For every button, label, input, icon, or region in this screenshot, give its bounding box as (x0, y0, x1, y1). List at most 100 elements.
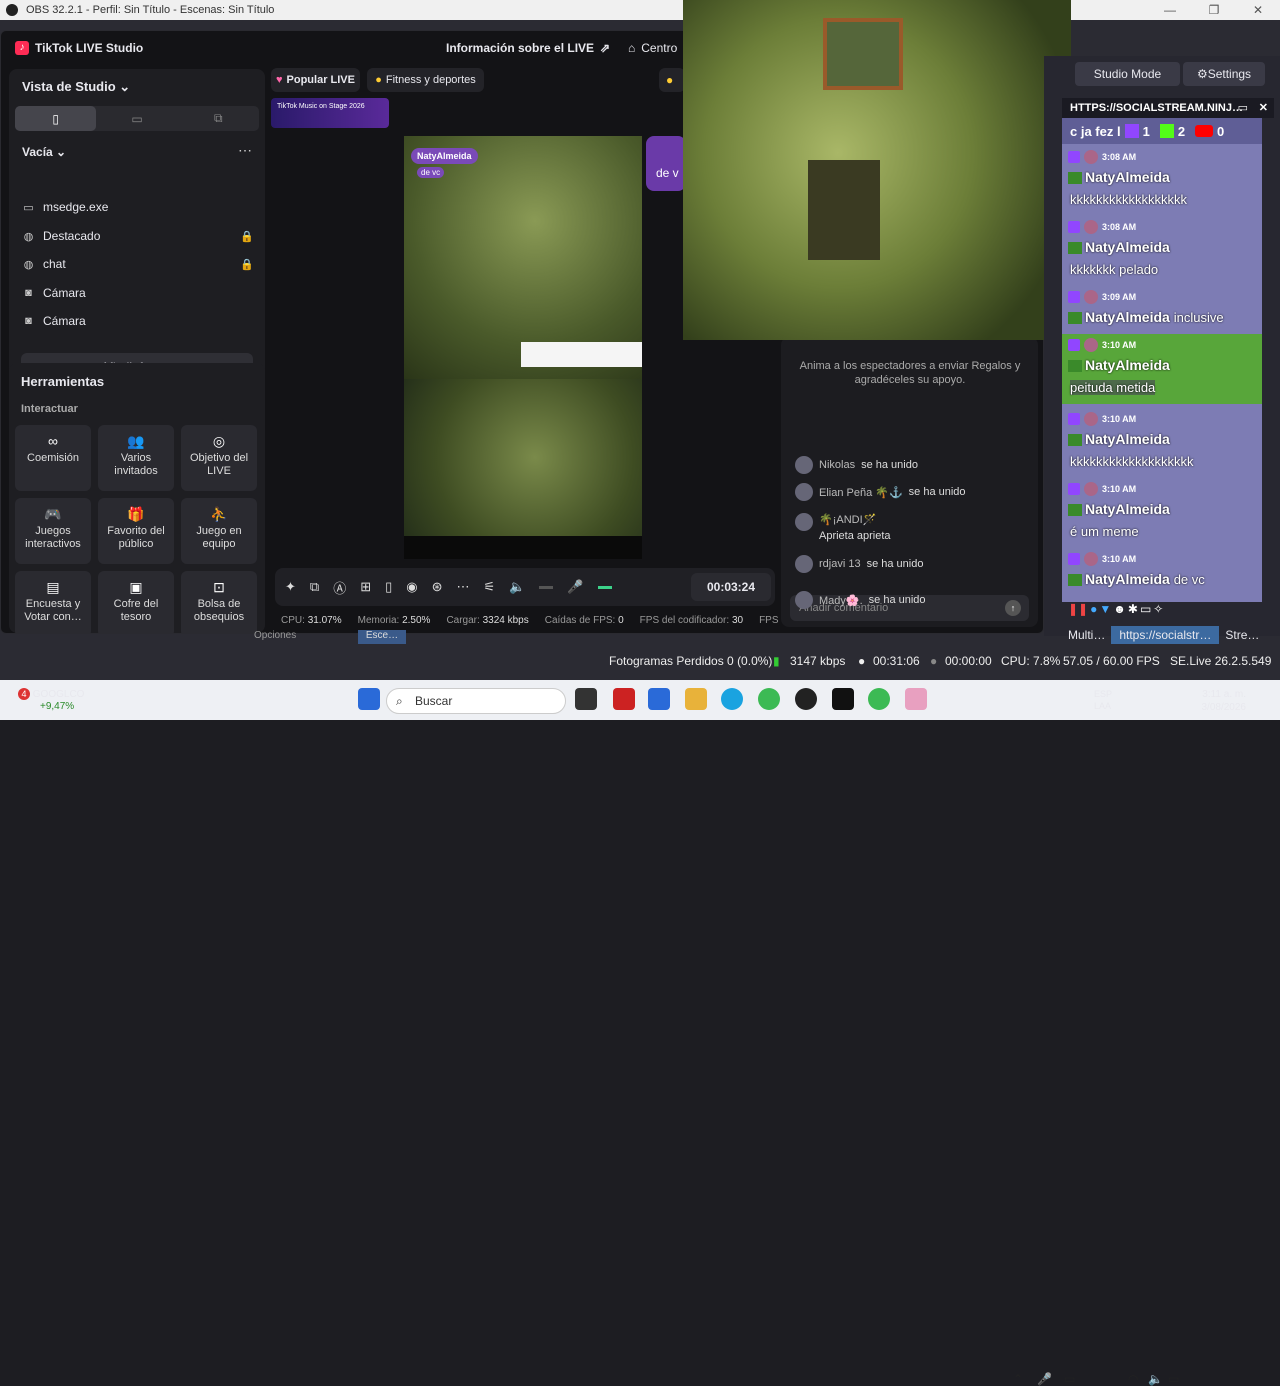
tool-objetivo[interactable]: ◎ Objetivo del LIVE (181, 425, 257, 491)
socialstream-dock-titlebar: HTTPS://SOCIALSTREAM.NINJ… ▭ ✕ (1062, 98, 1274, 118)
tool-juego-equipo[interactable]: ⛹ Juego en equipo (181, 498, 257, 564)
centro-link[interactable]: ⌂ Centro (628, 41, 677, 55)
speaker-icon[interactable]: 🔈 (509, 579, 525, 595)
stock-change: +9,47% (40, 701, 75, 712)
landscape-mode-button[interactable]: ▭ (96, 106, 177, 131)
scene-selector[interactable]: Vacía ⌄ (22, 145, 66, 159)
live-info-link[interactable]: Información sobre el LIVE ⇗ (446, 41, 610, 55)
avatar (795, 483, 813, 501)
phone-icon[interactable]: ▯ (385, 579, 392, 595)
obs-scene-strip: Opciones Esce… (200, 630, 1080, 644)
tiktok-icon[interactable] (832, 688, 854, 710)
mic-level-meter (597, 585, 612, 589)
auto-icon[interactable]: ▭ (1140, 602, 1151, 622)
dock-tab-stream[interactable]: Stre… (1219, 628, 1265, 642)
chat-row: Mady🌸. se ha unido (795, 591, 926, 609)
maximize-icon[interactable]: ❐ (1192, 3, 1236, 17)
microphone-icon[interactable]: 🎤 (1037, 1372, 1052, 1386)
store-icon[interactable] (648, 688, 670, 710)
tool-coemision[interactable]: ∞ Coemisión (15, 425, 91, 491)
share-icon: ⇗ (600, 41, 611, 55)
tool-favorito[interactable]: 🎁 Favorito del público (98, 498, 174, 564)
mic-icon[interactable]: 🎤 (567, 579, 583, 595)
encoder-fps-stat: FPS del codificador: 30 (639, 615, 744, 626)
webcam-floating-window (683, 0, 1071, 340)
ai-icon[interactable]: Ⓐ (333, 578, 346, 597)
tip-pill[interactable]: ● (659, 68, 685, 92)
close-icon[interactable]: ✕ (1236, 3, 1280, 17)
wall-picture (808, 160, 880, 260)
notification-badge: 4 (18, 688, 30, 700)
settings-circle-icon[interactable]: ⊛ (432, 579, 443, 595)
language-indicator[interactable]: ESP LAA (1094, 688, 1112, 712)
source-item[interactable]: ◍ chat 🔒 (22, 254, 254, 274)
studio-view-dropdown[interactable]: Vista de Studio ⌄ (22, 79, 130, 95)
tool-bolsa[interactable]: ⊡ Bolsa de obsequios (181, 571, 257, 633)
rec-indicator-icon: ● (930, 654, 938, 668)
float-dock-icon[interactable]: ▭ (1238, 98, 1248, 118)
avatar (1084, 338, 1098, 352)
source-item[interactable]: ▭ msedge.exe (22, 197, 254, 217)
send-icon[interactable]: ↑ (1005, 600, 1021, 616)
volume-icon[interactable]: 🔈 (1148, 1372, 1163, 1386)
folder-icon[interactable] (685, 688, 707, 710)
wand-icon[interactable]: ✧ (1153, 602, 1163, 622)
minimize-icon[interactable]: — (1148, 3, 1192, 17)
emoji-icon[interactable]: ☻ (1113, 602, 1126, 622)
music-on-stage-banner[interactable]: TikTok Music on Stage 2026 (271, 98, 389, 128)
load-stat: Cargar: 3324 kbps (446, 615, 529, 626)
dual-mode-button[interactable]: ⧉ (178, 106, 259, 131)
chrome-icon[interactable] (758, 688, 780, 710)
chevron-up-icon[interactable]: ⌃ (1013, 1372, 1023, 1386)
chat-bubble-icon[interactable]: ● (1090, 602, 1097, 622)
system-clock[interactable]: 3:11 a. m. 3/08/2026 (1194, 688, 1247, 714)
link-icon: ∞ (48, 433, 58, 449)
tool-encuesta[interactable]: ▤ Encuesta y Votar con… (15, 571, 91, 633)
popular-live-pill[interactable]: ♥ Popular LIVE (271, 68, 360, 92)
add-media-icon[interactable]: ⊞ (360, 579, 371, 595)
cpu-usage: CPU: 7.8% (1001, 654, 1061, 668)
scenes-tab[interactable]: Esce… (358, 630, 406, 644)
dual-screen-icon: ⧉ (214, 111, 223, 125)
chrome-profile-icon[interactable] (868, 688, 890, 710)
chat-row: rdjavi 13 se ha unido (795, 555, 923, 573)
studio-mode-button[interactable]: Studio Mode (1075, 62, 1180, 86)
orientation-toggle: ▯ ▭ ⧉ (15, 106, 259, 131)
volume-slider[interactable] (539, 585, 554, 589)
task-view-icon[interactable] (575, 688, 597, 710)
chevron-down-icon: ⌄ (119, 79, 131, 94)
settings-gear-icon[interactable]: ✱ (1128, 602, 1138, 622)
source-item[interactable]: ◙ Cámara (22, 311, 254, 331)
wifi-icon[interactable]: ◠ (1128, 1372, 1138, 1386)
start-icon[interactable] (358, 688, 380, 710)
dock-tab-socialstream[interactable]: https://socialstr… (1111, 626, 1220, 644)
twitch-badge-icon (1068, 413, 1080, 425)
more-options-icon[interactable]: ⋯ (238, 142, 252, 159)
stock-widget[interactable]: 4 GOOGLCO +9,47% (18, 688, 84, 713)
more-icon[interactable]: ⋯ (457, 579, 470, 595)
tool-juegos[interactable]: 🎮 Juegos interactivos (15, 498, 91, 564)
filter-icon[interactable]: ▼ (1099, 602, 1111, 622)
screen-share-icon[interactable]: ⧉ (310, 579, 319, 595)
fitness-pill[interactable]: ● Fitness y deportes (367, 68, 484, 92)
camera-icon: ◙ (25, 315, 32, 327)
taskbar-search[interactable]: ⌕ Buscar (386, 688, 566, 714)
window-icon[interactable]: ▭ (1064, 1372, 1075, 1386)
options-label[interactable]: Opciones (254, 630, 296, 641)
close-dock-icon[interactable]: ✕ (1259, 98, 1268, 118)
tool-varios-invitados[interactable]: 👥 Varios invitados (98, 425, 174, 491)
record-icon[interactable]: ◉ (406, 579, 417, 595)
battery-icon[interactable]: ▭ (1168, 1372, 1179, 1386)
source-item[interactable]: ◍ Destacado 🔒 (22, 226, 254, 246)
portrait-mode-button[interactable]: ▯ (15, 106, 97, 131)
settings-button[interactable]: ⚙Settings (1183, 62, 1265, 86)
obs-icon[interactable] (795, 688, 817, 710)
socialstream-icon[interactable] (905, 688, 927, 710)
app-icon[interactable] (613, 688, 635, 710)
magic-wand-icon[interactable]: ✦ (285, 579, 296, 595)
edge-icon[interactable] (721, 688, 743, 710)
source-item[interactable]: ◙ Cámara (22, 283, 254, 303)
pause-icon[interactable]: ❚❚ (1068, 602, 1088, 622)
tool-cofre[interactable]: ▣ Cofre del tesoro (98, 571, 174, 633)
sliders-icon[interactable]: ⚟ (484, 579, 496, 595)
